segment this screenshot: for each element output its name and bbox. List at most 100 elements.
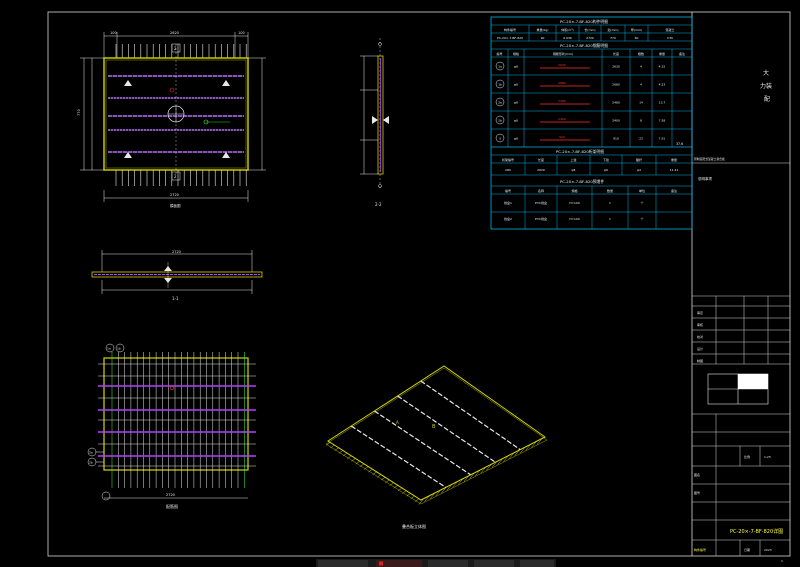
bottom-label: 构件编号 (694, 547, 706, 552)
rebar-weight: 4.15 (659, 65, 666, 69)
view-title-elev: 1-1 (172, 296, 179, 301)
project-name-3: 配 (764, 96, 770, 103)
callout-2a: 2a (89, 451, 93, 455)
taskbar (316, 559, 556, 567)
iso-label-a: A (396, 420, 399, 425)
rebar-length: 910 (613, 137, 619, 141)
rebar-total: 37.6 (676, 142, 683, 146)
table3-header-cell: 下弦 (603, 157, 609, 162)
table3-cell: 11.41 (670, 168, 679, 172)
cad-drawing-canvas[interactable]: 100 2620 100 2 2 770 2720 模板图 2-2 2720 1… (0, 0, 800, 567)
table1-header-cell: 长(mm) (584, 27, 595, 32)
table3-cell: 2620 (537, 168, 545, 172)
table1-cell: 770 (610, 36, 616, 40)
rebar-id: 1a (498, 65, 502, 69)
table4-header-cell: 规格 (571, 188, 577, 193)
table4-cell: PVC线盒 (535, 216, 547, 221)
table1-header-cell: 构件编号 (504, 27, 516, 32)
table2-header-cell: 重量 (659, 51, 665, 56)
drawing-label: 图号 (694, 490, 700, 495)
table1-cell: PC-20×-7-BF-820 (497, 36, 523, 40)
table3-cell: φ4 (637, 168, 641, 172)
title-block-role: 校对 (697, 334, 703, 339)
table1-header-cell: 混凝土 (665, 27, 674, 32)
rebar-length: 2680 (612, 83, 620, 87)
table4-header-cell: 名称 (538, 188, 544, 193)
table4-header-cell: 数量 (607, 188, 613, 193)
table4-cell: PVC线盒 (535, 200, 547, 205)
rebar-shape-dim: 2680 (558, 81, 566, 85)
rebar-shape-dim: 2630 (558, 63, 566, 67)
dim-total-w2: 2720 (172, 250, 181, 254)
taskbar-item[interactable] (428, 560, 468, 567)
taskbar-item[interactable] (520, 560, 554, 567)
rebar-length: 2480 (612, 101, 620, 105)
table4-cell: 线盒2 (504, 216, 512, 221)
table4-cell: 线盒1 (504, 200, 512, 205)
project-name-2: 力装 (760, 82, 772, 90)
table3-cell: A80 (505, 168, 511, 172)
rebar-shape-dim: 2480 (558, 99, 566, 103)
rebar-shape-dim: 2400 (558, 117, 566, 121)
dim-top-a: 100 (110, 31, 117, 35)
title-block-role: 制图 (697, 358, 703, 363)
taskbar-item[interactable] (474, 560, 514, 567)
drawing-number: PC-20×-7-BF-820详图 (730, 528, 783, 535)
rebar-weight: 4.23 (659, 83, 666, 87)
table1-header-cell: 宽(mm) (607, 27, 618, 32)
dim-rebar-w: 2720 (166, 493, 175, 497)
table2-header-cell: 根数 (638, 51, 644, 56)
rebar-count: 22 (639, 137, 643, 141)
date-value: 2023 (764, 548, 772, 552)
table3-cell: φ8 (572, 168, 576, 172)
scale-value: 1:25 (764, 455, 771, 459)
rebar-id: 3 (499, 137, 501, 141)
table1-cell: 60 (635, 36, 639, 40)
project-name-1: 大 (763, 69, 769, 77)
title-block-role: 设计 (697, 346, 703, 351)
rebar-spec: φ8 (514, 119, 518, 123)
table4-header-cell: 编号 (505, 188, 511, 193)
rebar-count: 14 (639, 101, 643, 105)
table4-header-cell: 单位 (639, 188, 645, 193)
table3-header-cell: 长度 (538, 157, 544, 162)
rebar-weight: 7.58 (659, 119, 666, 123)
table1-cell: 90 (541, 36, 545, 40)
table4-cell: 个 (640, 217, 643, 221)
table2-header-cell: 长度 (613, 51, 619, 56)
rebar-count: 8 (640, 119, 642, 123)
iso-label-b: B (432, 424, 436, 430)
dim-top-mid: 2620 (170, 31, 179, 35)
table4-cell: 1 (609, 217, 611, 221)
date-label: 日期 (744, 547, 750, 552)
view-title-iso: 叠合板立体图 (402, 523, 426, 529)
table1-header-cell: 厚(mm) (631, 27, 642, 32)
table4-cell: 个 (640, 201, 643, 205)
table4-title: PC-20×-7-BF-820预埋件 (560, 179, 604, 184)
table2-title: PC-20×-7-BF-820钢筋明细 (560, 43, 608, 48)
rebar-length: 2630 (612, 65, 620, 69)
rebar-count: 4 (640, 65, 642, 69)
table1-header-cell: 重量(kg) (537, 27, 549, 32)
table1-cell: 0.036 (563, 36, 572, 40)
rebar-id: 2b (498, 119, 502, 123)
note-line: 预制装配式混凝土叠合板 (694, 157, 725, 161)
dim-side-h: 770 (77, 109, 81, 116)
callout-2b: 2b (89, 461, 93, 465)
table1-title: PC-20×-7-BF-820构件明细 (560, 19, 608, 24)
taskbar-item[interactable] (318, 560, 368, 567)
table1-cell: 2720 (586, 36, 594, 40)
dim-total-w: 2720 (170, 193, 179, 197)
table3-header-cell: 上弦 (570, 157, 576, 162)
callout-1b: 1b (117, 347, 121, 351)
rebar-spec: φ8 (514, 83, 518, 87)
rebar-spec: φ8 (514, 137, 518, 141)
table2-header-cell: 钢筋形状(mm) (553, 51, 573, 56)
table4-cell: H=100 (569, 217, 580, 221)
rebar-id: 1b (498, 83, 502, 87)
table2-header-cell: 规格 (513, 51, 519, 56)
table1-cell: C30 (667, 36, 673, 40)
view-title-side: 2-2 (375, 202, 382, 207)
page-number: 1 (781, 559, 783, 563)
view-title-plan: 模板图 (170, 203, 181, 208)
